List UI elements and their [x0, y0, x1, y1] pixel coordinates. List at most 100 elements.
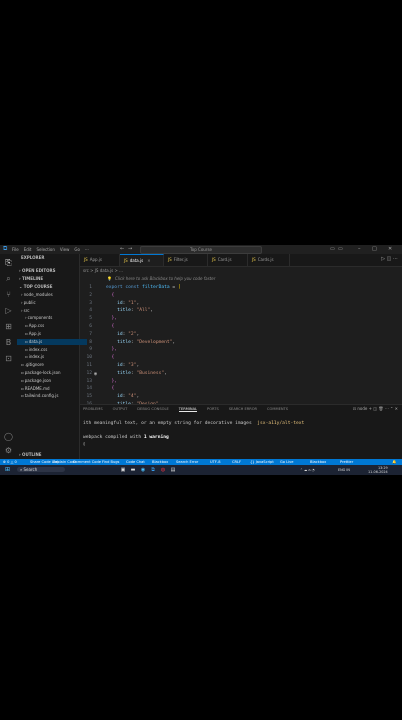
- sidebar-item-package-json[interactable]: ▫package.json: [17, 378, 83, 384]
- split-editor-icon[interactable]: ◫: [387, 256, 392, 262]
- tray-icons[interactable]: ⌃ ☁ ⌂ ◔: [300, 468, 315, 472]
- breakpoint-icon[interactable]: ◉: [94, 371, 97, 377]
- open-editors-section[interactable]: › OPEN EDITORS: [19, 268, 81, 274]
- maximize-panel-icon[interactable]: ⌃: [390, 406, 393, 411]
- layout-toggle-icon[interactable]: ▭: [330, 246, 335, 252]
- layout-panel-icon[interactable]: ▭: [338, 246, 343, 252]
- code-line[interactable]: {: [106, 293, 115, 298]
- source-control-icon[interactable]: ⑂: [4, 290, 13, 299]
- sidebar-item-src[interactable]: ›src: [17, 308, 83, 314]
- outline-section[interactable]: › OUTLINE: [19, 452, 81, 458]
- code-line[interactable]: title: "Business",: [106, 371, 167, 376]
- chrome-icon[interactable]: ◍: [160, 467, 166, 473]
- panel-tab-ports[interactable]: PORTS: [207, 407, 219, 412]
- menu-file[interactable]: File: [12, 247, 19, 252]
- sidebar-item-index-css[interactable]: ▫index.css: [17, 347, 87, 353]
- maximize-icon[interactable]: □: [372, 246, 377, 252]
- search-icon[interactable]: ⌕: [4, 274, 13, 283]
- account-icon[interactable]: ◯: [4, 432, 13, 441]
- sidebar-item-index-js[interactable]: ▫index.js: [17, 354, 87, 360]
- close-window-icon[interactable]: ✕: [388, 246, 392, 252]
- code-line[interactable]: title: "All",: [106, 308, 153, 313]
- panel-tab-debug-console[interactable]: DEBUG CONSOLE: [137, 407, 168, 412]
- terminal-cursor[interactable]: ▯: [83, 442, 86, 447]
- edge-browser-icon[interactable]: ◉: [140, 467, 146, 473]
- file-explorer-icon[interactable]: ▬: [130, 467, 136, 473]
- sidebar-item-public[interactable]: ›public: [17, 300, 83, 306]
- task-view-icon[interactable]: ▣: [120, 467, 126, 473]
- tray-clock[interactable]: 13:29 11-06-2024: [368, 466, 388, 474]
- code-line[interactable]: id: "4",: [106, 394, 139, 399]
- windows-start-icon[interactable]: ⊞: [5, 467, 10, 473]
- menu-edit[interactable]: Edit: [24, 247, 32, 252]
- tab-data-js[interactable]: JS data.js ✕: [120, 254, 164, 266]
- split-terminal-icon[interactable]: ◫: [373, 406, 377, 411]
- menu-bar: File Edit Selection View Go ···: [12, 247, 89, 252]
- more-actions-icon[interactable]: ⋯: [393, 256, 398, 262]
- code-line[interactable]: },: [106, 379, 118, 384]
- menu-selection[interactable]: Selection: [36, 247, 54, 252]
- kill-terminal-icon[interactable]: 🗑: [378, 406, 383, 411]
- new-terminal-icon[interactable]: +: [369, 406, 372, 411]
- blackbox-hint[interactable]: 💡 Click here to ask Blackbox to help you …: [107, 276, 215, 281]
- code-token: [: [177, 285, 181, 290]
- panel-tab-terminal[interactable]: TERMINAL: [178, 407, 198, 412]
- panel-tab-problems[interactable]: PROBLEMS: [83, 407, 103, 412]
- code-token: },: [106, 347, 118, 353]
- sidebar-item-app-css[interactable]: ▫App.css: [17, 323, 87, 329]
- panel-tab-comments[interactable]: COMMENTS: [267, 407, 288, 412]
- settings-gear-icon[interactable]: ⚙: [4, 446, 13, 455]
- sidebar-item-data-js[interactable]: ▫data.js: [17, 338, 87, 345]
- panel-tab-output[interactable]: OUTPUT: [113, 407, 128, 412]
- taskbar-search[interactable]: ⌕ Search: [17, 467, 65, 472]
- vscode-taskbar-icon[interactable]: ⧉: [150, 467, 156, 473]
- sidebar-item-readme-md[interactable]: ▫README.md: [17, 386, 83, 392]
- menu-view[interactable]: View: [60, 247, 70, 252]
- code-line[interactable]: },: [106, 316, 118, 321]
- tray-language[interactable]: ENG IN: [338, 468, 350, 472]
- timeline-section[interactable]: › TIMELINE: [19, 276, 81, 282]
- blackbox-icon[interactable]: B: [4, 338, 13, 347]
- store-icon[interactable]: ▤: [170, 467, 176, 473]
- sidebar-item-node-modules[interactable]: ›node_modules: [17, 292, 83, 298]
- terminal-shell-icon[interactable]: ⊡: [353, 406, 356, 411]
- menu-go[interactable]: Go: [74, 247, 80, 252]
- command-center-search[interactable]: Top Course: [140, 246, 262, 254]
- sidebar-item-package-lock-json[interactable]: ▫package-lock.json: [17, 370, 83, 376]
- minimize-icon[interactable]: –: [358, 246, 361, 252]
- close-panel-icon[interactable]: ✕: [395, 406, 398, 411]
- panel-tab-search-error[interactable]: SEARCH ERROR: [229, 407, 257, 412]
- sidebar-item-components[interactable]: ›components: [17, 315, 87, 321]
- tab-filter-js[interactable]: JS Filter.js: [164, 254, 208, 266]
- remote-explorer-icon[interactable]: ⊡: [4, 354, 13, 363]
- sidebar-item-label: package.json: [24, 377, 52, 383]
- code-line[interactable]: },: [106, 347, 118, 353]
- extensions-icon[interactable]: ⊞: [4, 322, 13, 331]
- explorer-icon[interactable]: ⎘: [4, 258, 13, 267]
- tab-app-js[interactable]: JS App.js: [80, 254, 120, 266]
- code-editor[interactable]: 💡 Click here to ask Blackbox to help you …: [80, 273, 402, 404]
- folder-chevron-icon: ›: [21, 292, 23, 297]
- code-line[interactable]: id: "2",: [106, 332, 139, 337]
- run-icon[interactable]: ▷: [381, 256, 385, 262]
- code-token: export const: [106, 285, 142, 290]
- sidebar-item-tailwind-config-js[interactable]: ▫tailwind.config.js: [17, 393, 83, 399]
- sidebar-item--gitignore[interactable]: ▫.gitignore: [17, 362, 83, 368]
- code-line[interactable]: export const filterData = [: [106, 285, 181, 290]
- project-section[interactable]: ⌄ TOP COURSE: [19, 284, 81, 290]
- code-line[interactable]: {: [106, 386, 115, 391]
- tab-cards-js[interactable]: JS Cards.js: [248, 254, 290, 266]
- menu-more[interactable]: ···: [85, 247, 89, 252]
- panel-more-icon[interactable]: ⋯: [385, 406, 389, 411]
- code-line[interactable]: id: "1",: [106, 301, 139, 306]
- code-line[interactable]: id: "3",: [106, 363, 139, 368]
- code-line[interactable]: {: [106, 355, 115, 360]
- code-line[interactable]: title: "Development",: [106, 340, 175, 345]
- tab-card-js[interactable]: JS Card.js: [208, 254, 248, 266]
- code-line[interactable]: {: [106, 324, 115, 329]
- close-tab-icon[interactable]: ✕: [147, 258, 150, 263]
- run-debug-icon[interactable]: ▷: [4, 306, 13, 315]
- sidebar-item-app-js[interactable]: ▫App.js: [17, 331, 87, 337]
- forward-arrow-icon[interactable]: →: [128, 246, 132, 252]
- back-arrow-icon[interactable]: ←: [120, 246, 124, 252]
